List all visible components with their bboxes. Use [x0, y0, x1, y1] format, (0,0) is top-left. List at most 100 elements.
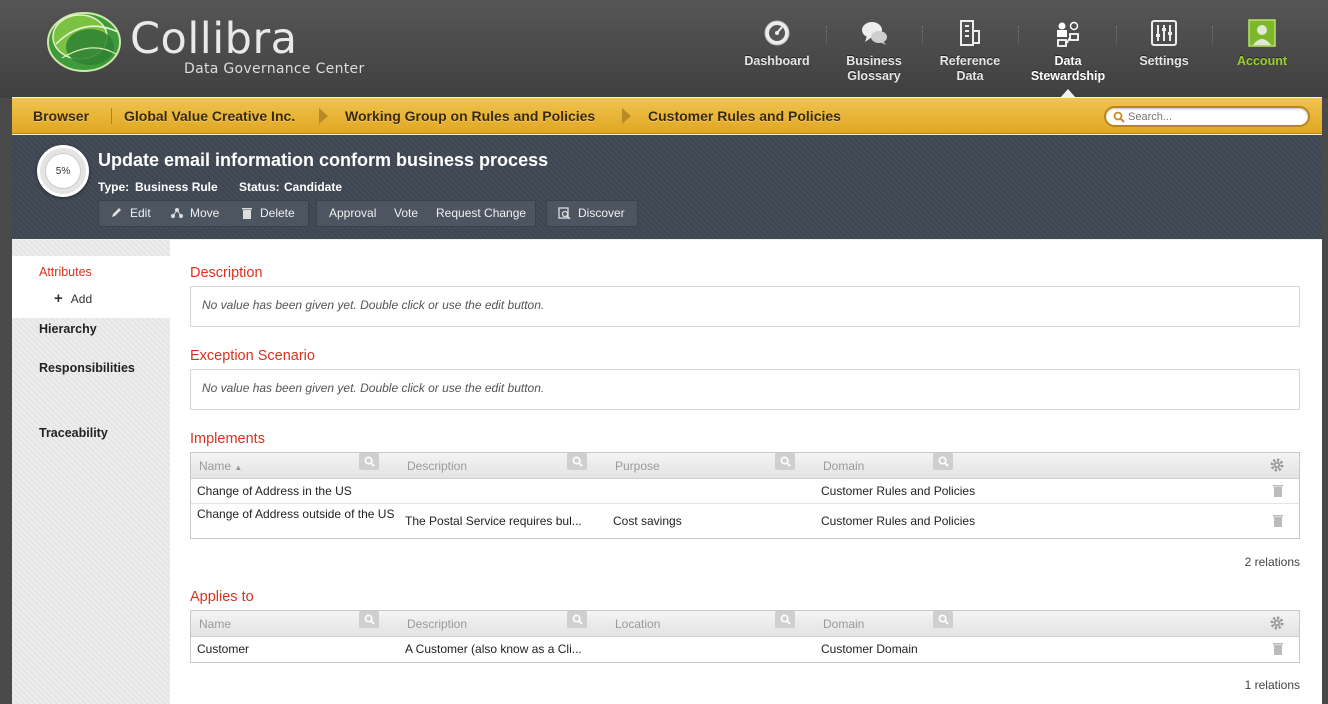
- trash-icon: [242, 208, 252, 219]
- section-title-description: Description: [190, 265, 263, 281]
- type-label: Type:: [98, 180, 130, 194]
- active-nav-indicator: [1060, 89, 1076, 98]
- breadcrumb-working-group[interactable]: Working Group on Rules and Policies: [345, 108, 595, 124]
- column-filter-search-icon[interactable]: [359, 611, 379, 628]
- sidebar-item-traceability[interactable]: Traceability: [39, 426, 108, 440]
- search-input[interactable]: [1128, 109, 1303, 124]
- trash-icon[interactable]: [1272, 514, 1284, 528]
- nav-divider: [1212, 26, 1213, 44]
- collibra-logo-mark-icon: [47, 12, 121, 72]
- nav-label-business-glossary: Business Glossary: [846, 54, 902, 83]
- nav-label-dashboard: Dashboard: [744, 54, 810, 68]
- table-row[interactable]: Change of Address outside of the US The …: [191, 504, 1299, 538]
- cell-name[interactable]: Change of Address in the US: [197, 484, 352, 498]
- trash-icon[interactable]: [1272, 484, 1284, 498]
- sliders-icon: [1151, 20, 1177, 46]
- cell-domain[interactable]: Customer Rules and Policies: [821, 484, 975, 498]
- breadcrumb-arrow-icon: [319, 108, 328, 124]
- sidebar-item-hierarchy[interactable]: Hierarchy: [39, 322, 97, 336]
- breadcrumb-community[interactable]: Global Value Creative Inc.: [124, 108, 295, 124]
- table-header: Name Description Location Domain: [191, 611, 1299, 637]
- cell-domain[interactable]: Customer Rules and Policies: [821, 514, 975, 528]
- implements-table: Name ▲ Description Purpose Domain Change…: [190, 452, 1300, 539]
- plus-icon: +: [54, 290, 63, 307]
- nav-dashboard[interactable]: Dashboard: [729, 16, 825, 92]
- table-row[interactable]: Change of Address in the US Customer Rul…: [191, 479, 1299, 504]
- sidebar-item-attributes[interactable]: Attributes: [39, 265, 92, 279]
- nav-account[interactable]: Account: [1214, 16, 1310, 92]
- column-filter-search-icon[interactable]: [933, 453, 953, 470]
- gear-icon[interactable]: [1270, 458, 1284, 472]
- column-filter-search-icon[interactable]: [567, 611, 587, 628]
- breadcrumb-domain[interactable]: Customer Rules and Policies: [648, 108, 841, 124]
- vote-button[interactable]: Vote: [394, 206, 418, 220]
- column-filter-search-icon[interactable]: [775, 611, 795, 628]
- discover-icon: [558, 207, 571, 219]
- status-value-link[interactable]: Candidate: [284, 180, 342, 194]
- logo-tagline: Data Governance Center: [184, 61, 365, 77]
- nav-settings[interactable]: Settings: [1116, 16, 1212, 92]
- collibra-logo[interactable]: Collibra Data Governance Center: [44, 6, 384, 86]
- column-filter-search-icon[interactable]: [933, 611, 953, 628]
- status-label: Status:: [239, 180, 280, 194]
- delete-button[interactable]: Delete: [240, 206, 295, 220]
- nav-label-data-stewardship: Data Stewardship: [1030, 54, 1106, 83]
- column-filter-search-icon[interactable]: [567, 453, 587, 470]
- nav-label-settings: Settings: [1139, 54, 1189, 68]
- column-header-location[interactable]: Location: [615, 617, 660, 631]
- add-attribute-button[interactable]: + Add: [54, 290, 92, 307]
- section-title-exception-scenario: Exception Scenario: [190, 348, 315, 364]
- approval-button[interactable]: Approval: [329, 206, 376, 220]
- request-change-button[interactable]: Request Change: [436, 206, 526, 220]
- edit-label: Edit: [130, 206, 151, 220]
- trash-icon[interactable]: [1272, 642, 1284, 656]
- breadcrumb-arrow-icon: [622, 108, 631, 124]
- cell-description: The Postal Service requires bul...: [405, 514, 582, 528]
- move-button[interactable]: Move: [170, 206, 219, 220]
- discover-button[interactable]: Discover: [558, 206, 625, 220]
- exception-scenario-value[interactable]: No value has been given yet. Double clic…: [190, 369, 1300, 410]
- nav-data-stewardship[interactable]: Data Stewardship: [1020, 16, 1116, 92]
- column-header-purpose[interactable]: Purpose: [615, 459, 660, 473]
- cell-domain[interactable]: Customer Domain: [821, 642, 918, 656]
- discover-label: Discover: [578, 206, 625, 220]
- stewardship-icon: [1057, 21, 1079, 47]
- applies-to-table: Name Description Location Domain Custome…: [190, 610, 1300, 663]
- cell-purpose: Cost savings: [613, 514, 682, 528]
- nav-business-glossary[interactable]: Business Glossary: [826, 16, 922, 92]
- applies-to-relation-count: 1 relations: [1244, 678, 1300, 692]
- edit-button[interactable]: Edit: [110, 206, 151, 220]
- type-value-link[interactable]: Business Rule: [135, 180, 218, 194]
- nav-reference-data[interactable]: Reference Data: [922, 16, 1018, 92]
- cell-name[interactable]: Change of Address outside of the US: [197, 507, 397, 521]
- column-header-name[interactable]: Name ▲: [199, 459, 242, 473]
- move-icon: [171, 208, 183, 218]
- table-row[interactable]: Customer A Customer (also know as a Cli.…: [191, 637, 1299, 662]
- description-value[interactable]: No value has been given yet. Double clic…: [190, 286, 1300, 327]
- description-empty-text: No value has been given yet. Double clic…: [202, 298, 545, 312]
- nav-divider: [1018, 26, 1019, 44]
- gear-icon[interactable]: [1270, 616, 1284, 630]
- page-title: Update email information conform busines…: [98, 150, 549, 170]
- column-header-description[interactable]: Description: [407, 617, 467, 631]
- column-header-description[interactable]: Description: [407, 459, 467, 473]
- column-header-name[interactable]: Name: [199, 617, 231, 631]
- section-title-implements: Implements: [190, 431, 265, 447]
- move-label: Move: [190, 206, 220, 220]
- progress-indicator: 5%: [37, 145, 89, 197]
- breadcrumb-divider: [111, 108, 112, 124]
- column-header-domain[interactable]: Domain: [823, 617, 864, 631]
- cell-description: A Customer (also know as a Cli...: [405, 642, 582, 656]
- add-label: Add: [70, 292, 93, 306]
- reference-data-icon: [960, 20, 980, 46]
- breadcrumb-browser[interactable]: Browser: [33, 108, 89, 124]
- cell-name[interactable]: Customer: [197, 642, 249, 656]
- table-header: Name ▲ Description Purpose Domain: [191, 453, 1299, 479]
- column-filter-search-icon[interactable]: [775, 453, 795, 470]
- column-filter-search-icon[interactable]: [359, 453, 379, 470]
- sidebar-item-responsibilities[interactable]: Responsibilities: [39, 361, 135, 375]
- user-avatar-icon: [1248, 19, 1276, 47]
- implements-relation-count: 2 relations: [1244, 555, 1300, 569]
- search-field[interactable]: [1104, 106, 1310, 127]
- column-header-domain[interactable]: Domain: [823, 459, 864, 473]
